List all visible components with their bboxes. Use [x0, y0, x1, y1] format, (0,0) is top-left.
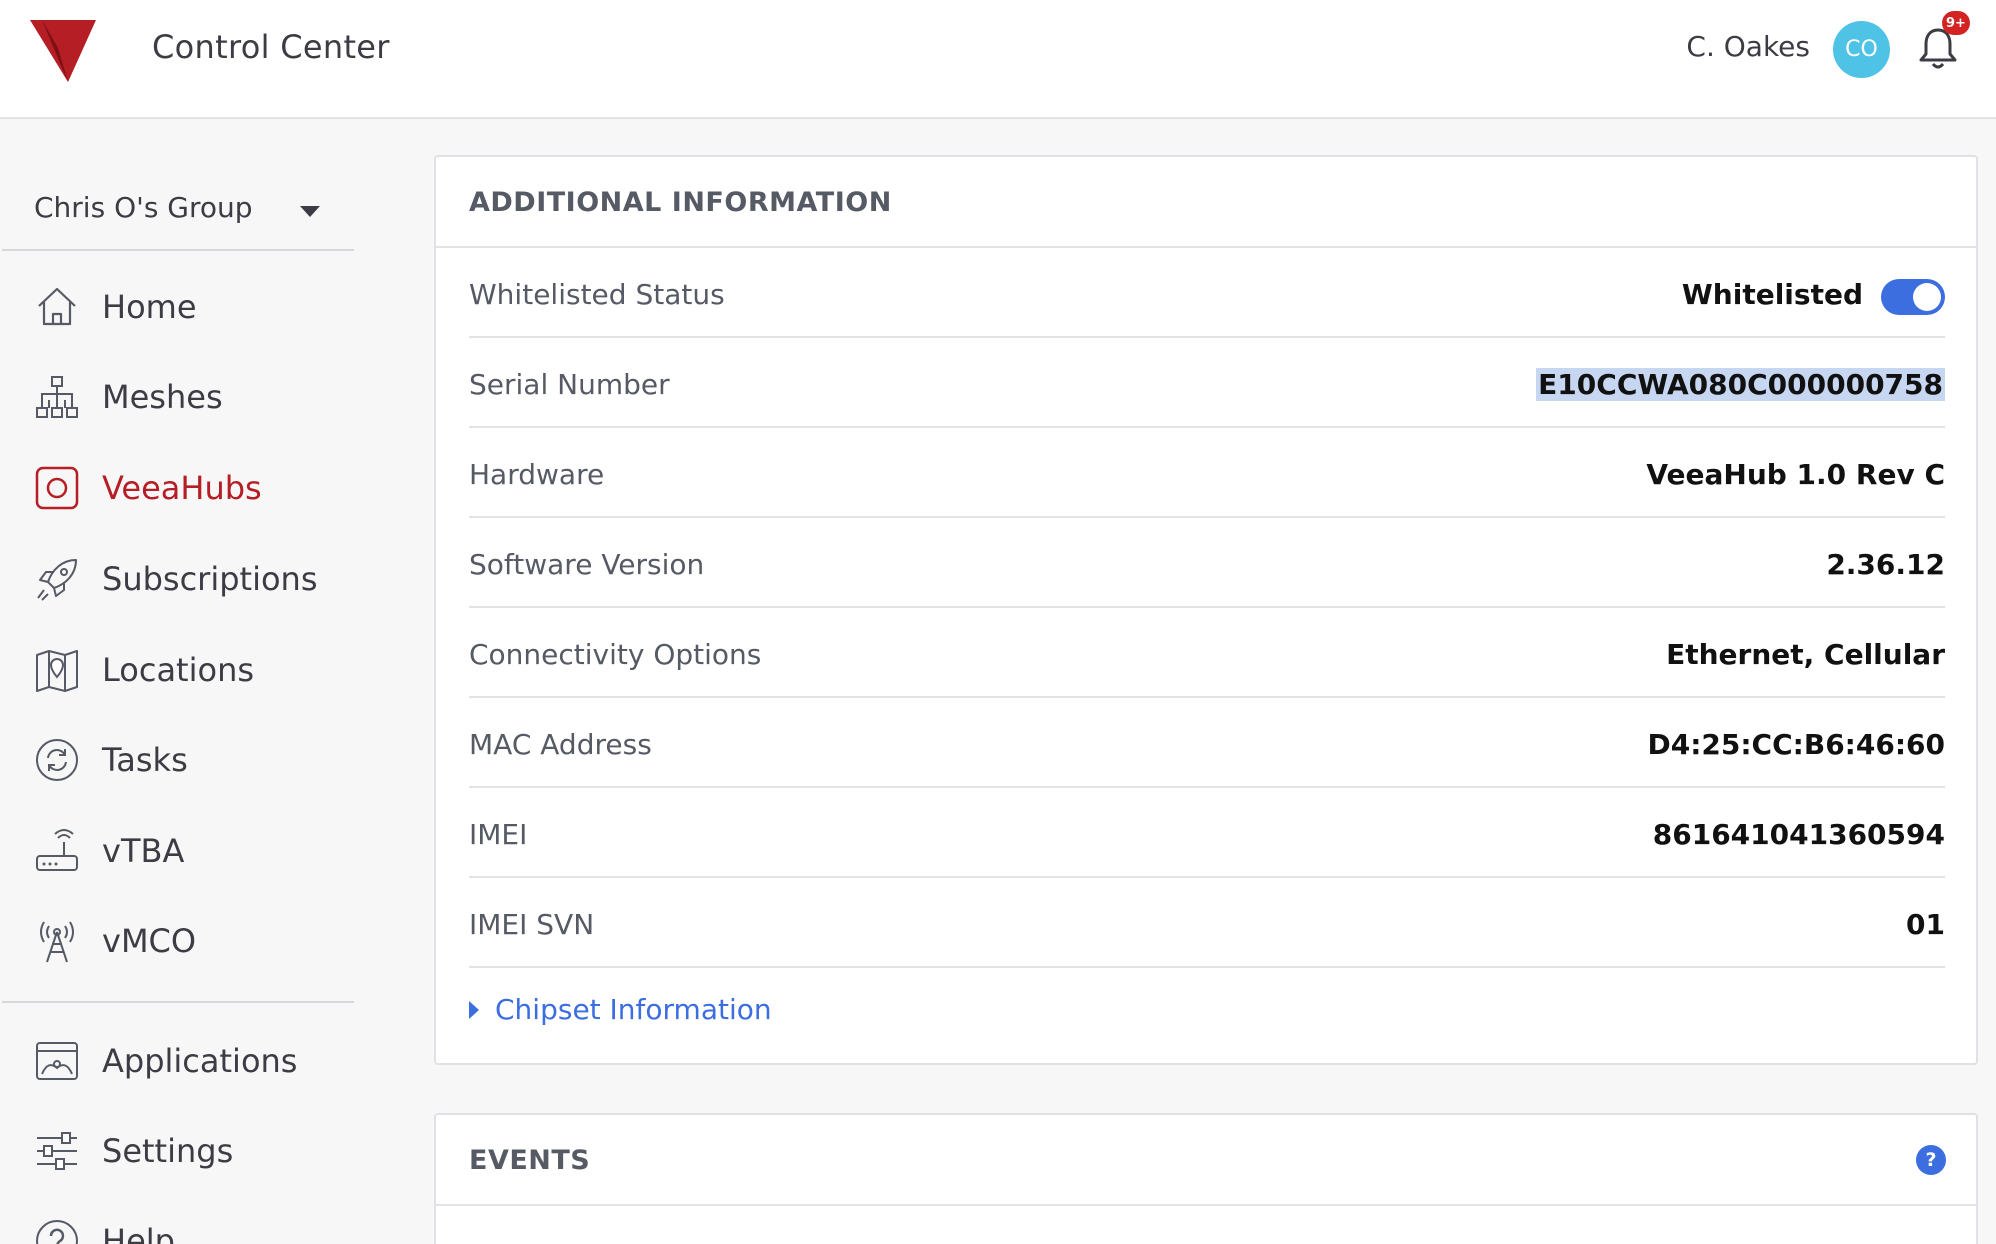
info-row-hardware: Hardware VeeaHub 1.0 Rev C — [469, 428, 1945, 518]
sidebar-item-label: Meshes — [102, 378, 223, 416]
notification-badge: 9+ — [1942, 11, 1970, 35]
row-label: Hardware — [469, 458, 605, 491]
info-row-mac-address: MAC Address D4:25:CC:B6:46:60 — [469, 698, 1945, 788]
user-avatar[interactable]: CO — [1833, 21, 1890, 78]
row-label: Connectivity Options — [469, 638, 762, 671]
row-label: Software Version — [469, 548, 705, 581]
sidebar-item-meshes[interactable]: Meshes — [0, 357, 354, 437]
veea-logo-icon[interactable] — [28, 18, 98, 84]
sliders-icon — [37, 1132, 77, 1170]
sidebar-item-label: Applications — [102, 1042, 298, 1080]
toggle-knob — [1913, 283, 1941, 311]
serial-number-value[interactable]: E10CCWA080C000000758 — [1536, 368, 1945, 401]
home-icon — [38, 287, 76, 326]
sidebar-item-vtba[interactable]: vTBA — [0, 811, 354, 891]
antenna-tower-icon — [40, 921, 74, 963]
imei-svn-value: 01 — [1906, 908, 1945, 941]
imei-value: 861641041360594 — [1652, 818, 1945, 851]
rocket-icon — [37, 559, 77, 601]
row-label: Serial Number — [469, 368, 670, 401]
sidebar-item-label: Home — [102, 288, 197, 326]
hardware-value: VeeaHub 1.0 Rev C — [1646, 458, 1945, 491]
help-icon — [36, 1220, 78, 1244]
info-row-software-version: Software Version 2.36.12 — [469, 518, 1945, 608]
info-row-imei-svn: IMEI SVN 01 — [469, 878, 1945, 968]
events-card: EVENTS ? — [434, 1113, 1978, 1244]
card-header-divider — [436, 1204, 1976, 1206]
caret-right-icon — [469, 1000, 479, 1019]
additional-info-card: ADDITIONAL INFORMATION Whitelisted Statu… — [434, 155, 1978, 1065]
veeahub-icon — [35, 466, 79, 510]
card-title: EVENTS — [469, 1145, 591, 1176]
row-label: Whitelisted Status — [469, 278, 725, 311]
sidebar-item-subscriptions[interactable]: Subscriptions — [0, 539, 354, 619]
connectivity-value: Ethernet, Cellular — [1666, 638, 1945, 671]
sidebar-item-label: Subscriptions — [102, 560, 318, 598]
group-selector-label: Chris O's Group — [34, 191, 253, 224]
sidebar-item-tasks[interactable]: Tasks — [0, 720, 354, 800]
app-title: Control Center — [152, 28, 390, 66]
mac-address-value: D4:25:CC:B6:46:60 — [1647, 728, 1945, 761]
info-row-connectivity: Connectivity Options Ethernet, Cellular — [469, 608, 1945, 698]
sidebar-item-help[interactable]: Help — [0, 1201, 354, 1244]
sidebar-item-label: Help — [102, 1222, 175, 1244]
sidebar-item-label: Locations — [102, 651, 255, 689]
sidebar-divider — [2, 1001, 354, 1003]
applications-icon — [36, 1042, 78, 1080]
info-row-imei: IMEI 861641041360594 — [469, 788, 1945, 878]
chipset-info-toggle[interactable]: Chipset Information — [469, 993, 772, 1026]
sidebar-item-label: VeeaHubs — [102, 469, 262, 507]
chevron-down-icon[interactable] — [300, 206, 320, 217]
chipset-info-link[interactable]: Chipset Information — [495, 993, 772, 1026]
row-label: MAC Address — [469, 728, 652, 761]
question-mark-icon[interactable]: ? — [1916, 1145, 1946, 1175]
sidebar-item-label: vMCO — [102, 922, 197, 960]
info-row-serial-number: Serial Number E10CCWA080C000000758 — [469, 338, 1945, 428]
user-name[interactable]: C. Oakes — [1640, 30, 1810, 63]
sidebar-item-locations[interactable]: Locations — [0, 630, 354, 710]
top-header: Control Center C. Oakes CO 9+ — [0, 0, 1996, 119]
map-pin-icon — [36, 650, 78, 692]
router-icon — [36, 829, 78, 871]
sidebar-item-label: Tasks — [102, 741, 188, 779]
sidebar-item-label: Settings — [102, 1132, 234, 1170]
sidebar-item-vmco[interactable]: vMCO — [0, 901, 354, 981]
software-version-value: 2.36.12 — [1826, 548, 1945, 581]
info-row-whitelisted: Whitelisted Status Whitelisted — [469, 248, 1945, 338]
sidebar-item-home[interactable]: Home — [0, 267, 354, 347]
row-label: IMEI — [469, 818, 528, 851]
whitelisted-toggle[interactable] — [1881, 279, 1945, 315]
row-label: IMEI SVN — [469, 908, 595, 941]
mesh-network-icon — [36, 376, 78, 418]
sidebar-item-label: vTBA — [102, 832, 185, 870]
sidebar-item-applications[interactable]: Applications — [0, 1021, 354, 1101]
sidebar-item-settings[interactable]: Settings — [0, 1111, 354, 1191]
sidebar: Chris O's Group Home Meshes VeeaHubs Sub… — [0, 121, 360, 1244]
sidebar-item-veeahubs[interactable]: VeeaHubs — [0, 448, 354, 528]
whitelisted-status-text: Whitelisted — [1681, 278, 1863, 311]
refresh-icon — [36, 739, 78, 781]
card-title: ADDITIONAL INFORMATION — [469, 187, 892, 218]
